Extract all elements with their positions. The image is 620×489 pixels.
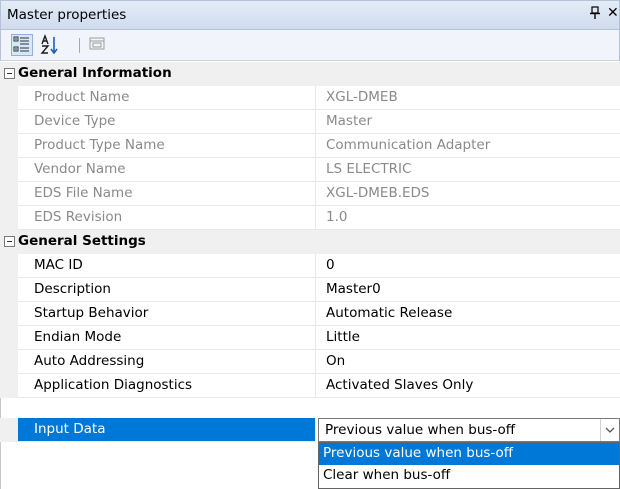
property-name: Auto Addressing — [18, 350, 316, 374]
property-row-startup-behavior[interactable]: Startup Behavior Automatic Release — [0, 302, 620, 326]
property-name: Application Diagnostics — [18, 374, 316, 398]
property-value[interactable]: On — [316, 350, 620, 374]
property-name: Device Type — [18, 110, 316, 134]
dropdown-option-clear[interactable]: Clear when bus-off — [319, 465, 619, 487]
dropdown-option-previous-value[interactable]: Previous value when bus-off — [319, 443, 619, 465]
property-row-vendor-name[interactable]: Vendor Name LS ELECTRIC — [0, 158, 620, 182]
property-row-product-type-name[interactable]: Product Type Name Communication Adapter — [0, 134, 620, 158]
sort-alphabetical-icon — [40, 34, 58, 55]
combobox-value: Previous value when bus-off — [325, 422, 516, 438]
property-name: Vendor Name — [18, 158, 316, 182]
property-row-endian-mode[interactable]: Endian Mode Little — [0, 326, 620, 350]
property-value[interactable]: LS ELECTRIC — [316, 158, 620, 182]
property-row-eds-file-name[interactable]: EDS File Name XGL-DMEB.EDS — [0, 182, 620, 206]
input-data-dropdown-list: Previous value when bus-off Clear when b… — [318, 442, 620, 489]
property-name: Input Data — [18, 418, 316, 442]
property-value[interactable]: XGL-DMEB.EDS — [316, 182, 620, 206]
property-value[interactable]: Master0 — [316, 278, 620, 302]
category-label: General Information — [18, 65, 172, 81]
property-value[interactable]: 0 — [316, 254, 620, 278]
category-general-information[interactable]: General Information — [0, 62, 620, 86]
sort-alphabetical-button[interactable] — [39, 34, 61, 56]
collapse-icon[interactable] — [4, 68, 15, 79]
chevron-down-icon — [605, 427, 615, 433]
property-row-product-name[interactable]: Product Name XGL-DMEB — [0, 86, 620, 110]
property-row-device-type[interactable]: Device Type Master — [0, 110, 620, 134]
property-name: Product Type Name — [18, 134, 316, 158]
property-value[interactable]: Communication Adapter — [316, 134, 620, 158]
toolbar — [0, 30, 620, 61]
property-row-auto-addressing[interactable]: Auto Addressing On — [0, 350, 620, 374]
close-icon[interactable]: ✕ — [607, 5, 619, 21]
property-name: EDS File Name — [18, 182, 316, 206]
property-name: EDS Revision — [18, 206, 316, 230]
property-pages-icon — [89, 37, 105, 50]
categorized-icon — [13, 36, 29, 52]
property-value[interactable]: Master — [316, 110, 620, 134]
property-name: Product Name — [18, 86, 316, 110]
property-value[interactable]: Activated Slaves Only — [316, 374, 620, 398]
category-general-settings[interactable]: General Settings — [0, 230, 620, 254]
category-label: General Settings — [18, 233, 146, 249]
input-data-combobox[interactable]: Previous value when bus-off — [318, 418, 620, 442]
property-row-eds-revision[interactable]: EDS Revision 1.0 — [0, 206, 620, 230]
property-row-input-data[interactable]: Input Data Previous value when bus-off — [0, 418, 620, 442]
property-name: Startup Behavior — [18, 302, 316, 326]
property-row-mac-id[interactable]: MAC ID 0 — [0, 254, 620, 278]
collapse-icon[interactable] — [4, 236, 15, 247]
pin-icon[interactable] — [589, 6, 601, 20]
dropdown-button[interactable] — [600, 419, 619, 441]
property-name: MAC ID — [18, 254, 316, 278]
property-value[interactable]: XGL-DMEB — [316, 86, 620, 110]
property-value[interactable]: Automatic Release — [316, 302, 620, 326]
toolbar-separator — [79, 38, 80, 53]
categorized-button[interactable] — [11, 34, 33, 56]
property-name: Description — [18, 278, 316, 302]
property-row-application-diagnostics[interactable]: Application Diagnostics Activated Slaves… — [0, 374, 620, 398]
property-row-description[interactable]: Description Master0 — [0, 278, 620, 302]
property-value[interactable]: 1.0 — [316, 206, 620, 230]
property-value[interactable]: Little — [316, 326, 620, 350]
property-grid: General Information Product Name XGL-DME… — [0, 62, 620, 489]
property-name: Endian Mode — [18, 326, 316, 350]
panel-title: Master properties — [7, 7, 127, 23]
property-pages-button[interactable] — [87, 34, 109, 56]
panel-title-bar: Master properties ✕ — [0, 0, 620, 30]
